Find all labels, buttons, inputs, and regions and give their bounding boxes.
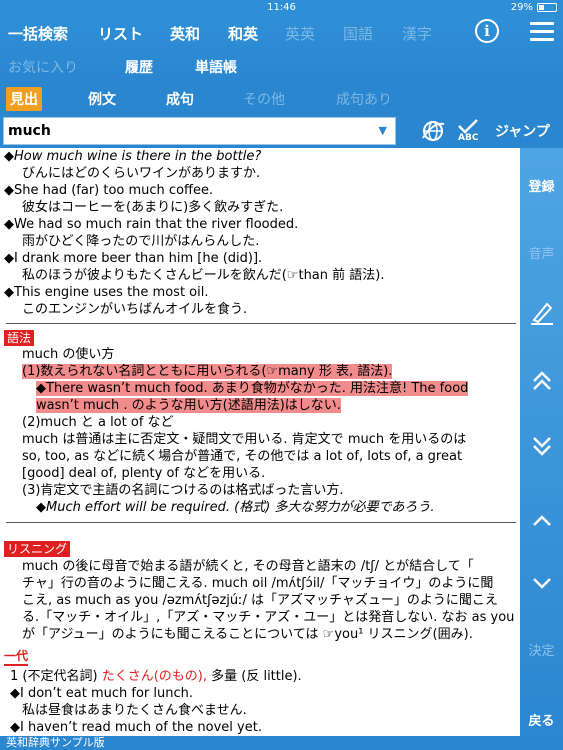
search-input[interactable] [4,118,364,144]
nav-list[interactable]: リスト [98,23,143,44]
highlight-pen-icon[interactable] [529,300,555,326]
example-translation: 雨がひどく降ったので川がはんらんした. [22,234,260,249]
decide-button[interactable]: 決定 [520,640,563,659]
listening-text: チャ」行の音のように聞こえる. much oil /mʌ́tʃɔ́il/「マッチ… [22,576,494,591]
tab-has-phrases[interactable]: 成句あり [336,89,392,109]
info-icon[interactable]: i [475,19,499,43]
listening-text: が「アジュー」のようにも聞こえることについては ☞you¹ リスニング(囲み). [22,627,473,642]
register-button[interactable]: 登録 [520,176,563,195]
tab-headword[interactable]: 見出 [6,87,42,111]
nav-eiei[interactable]: 英英 [285,23,315,44]
example-translation: 彼女はコーヒーを(あまりに)多く飲みすぎた. [22,200,284,215]
tab-phrases[interactable]: 成句 [166,89,194,109]
example-sentence: ◆This engine uses the most oil. [4,285,209,300]
dropdown-arrow-icon[interactable]: ▼ [379,124,387,137]
battery-icon [537,3,557,12]
usage-label: 語法 [4,330,35,346]
nav-kanji[interactable]: 漢字 [402,23,432,44]
nav-kokugo[interactable]: 国語 [343,23,373,44]
usage-item: (1)数えられない名詞とともに用いられる(☞many 形 表, 語法). [22,364,393,379]
divider [6,522,516,523]
usage-item: (2)much と a lot of など [22,415,174,430]
right-sidebar: 登録 音声 決定 戻る [520,148,563,750]
usage-text: much は普通は主に否定文・疑問文で用いる. 肯定文で much を用いるのは [22,432,467,447]
usage-title: much の使い方 [22,347,115,362]
example-translation: びんにはどのくらいワインがありますか. [22,166,261,181]
battery-level [539,5,544,10]
usage-text: [good] deal of, plenty of などを用いる. [22,466,266,481]
spell-check-icon[interactable]: ABC [455,118,481,144]
nav-favorites[interactable]: お気に入り [8,57,78,77]
nav-wordbook[interactable]: 単語帳 [195,57,237,77]
battery-percent: 29% [510,2,533,13]
usage-text: so, too, as などに続く場合が普通で, その他では a lot of,… [22,449,463,464]
usage-example: ◆Much effort will be required. (格式) 多大な努… [36,500,435,515]
tab-examples[interactable]: 例文 [88,89,116,109]
search-row: ▼ ABC ジャンプ [0,114,563,148]
page-down-double-icon[interactable] [529,433,555,459]
listening-text: る.「マッチ・オイル」,「アズ・マッチ・アズ・ユー」とは発音しない. なお as… [22,610,515,625]
definition-line: 1 (不定代名詞) たくさん(のもの), 多量 (反 little). [10,669,302,684]
search-box: ▼ [3,117,396,145]
tab-bar: 見出 例文 成句 その他 成句あり [0,84,563,114]
jump-button[interactable]: ジャンプ [495,121,550,141]
example-sentence: ◆We had so much rain that the river floo… [4,217,299,232]
nav-history[interactable]: 履歴 [125,57,153,77]
nav-eiwa[interactable]: 英和 [170,23,200,44]
tab-other[interactable]: その他 [243,89,285,109]
listening-text: much の後に母音で始まる語が続くと, その母音と語末の /tʃ/ とが結合し… [22,559,474,574]
example-sentence: ◆She had (far) too much coffee. [4,183,214,198]
listening-text: こえ, as much as you /əzmʌ́tʃəzjúː/ は「アズマッ… [22,593,498,608]
top-navigation: 一括検索 リスト 英和 和英 英英 国語 漢字 i お気に入り 履歴 単語帳 [0,16,563,84]
chevron-down-icon[interactable] [529,570,555,596]
clock: 11:46 [267,2,296,13]
abc-label: ABC [458,133,479,143]
audio-button[interactable]: 音声 [520,243,563,262]
battery-indicator: 29% [511,2,557,13]
example-translation: 私は昼食はあまりたくさん食べません. [22,703,247,718]
example-sentence: ◆I haven’t read much of the novel yet. [10,720,262,735]
example-translation: 私のほうが彼よりもたくさんビールを飲んだ(☞than 前 語法). [22,268,385,283]
globe-icon[interactable] [420,118,446,144]
example-translation: このエンジンがいちばんオイルを食う. [22,302,248,317]
listening-label: リスニング [4,541,71,557]
usage-example: ◆There wasn’t much food. あまり食物がなかった. 用法注… [36,381,469,396]
chevron-up-icon[interactable] [529,508,555,534]
footer-label: 英和辞典サンプル版 [0,736,520,750]
example-sentence: ◆How much wine is there in the bottle? [4,149,262,164]
example-sentence: ◆I drank more beer than him [he (did)]. [4,251,263,266]
example-sentence: ◆I don’t eat much for lunch. [10,686,194,701]
back-button[interactable]: 戻る [520,710,563,729]
divider [6,323,516,324]
nav-all-search[interactable]: 一括検索 [8,23,68,44]
hamburger-menu-icon[interactable] [530,22,554,42]
page-up-double-icon[interactable] [529,368,555,394]
usage-example: wasn’t much . のような用い方(述語用法)はしない. [36,398,341,413]
dictionary-content: ◆How much wine is there in the bottle? び… [0,148,520,738]
nav-waei[interactable]: 和英 [228,23,258,44]
status-bar: 11:46 29% [0,0,563,16]
usage-item: (3)肯定文で主語の名詞につけるのは格式ばった言い方. [22,483,344,498]
pronoun-label: 一代 [4,648,29,666]
